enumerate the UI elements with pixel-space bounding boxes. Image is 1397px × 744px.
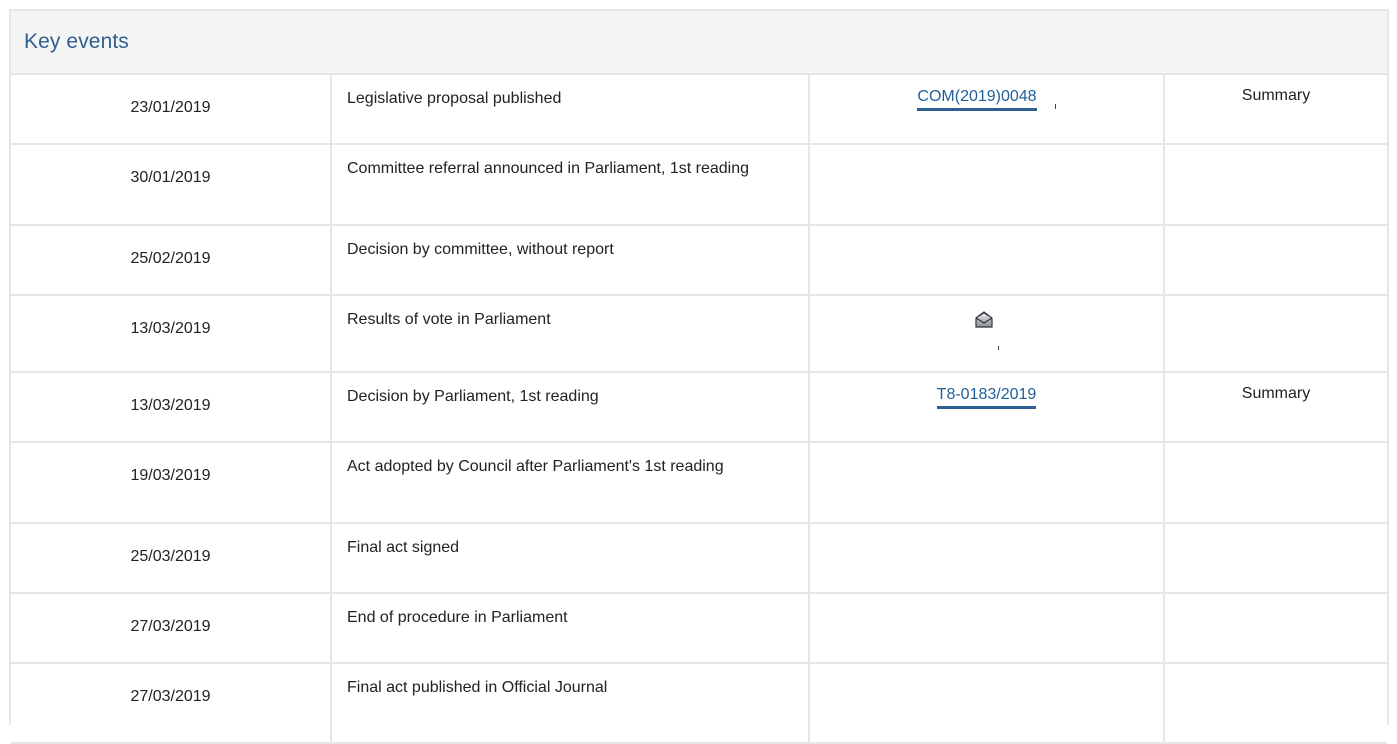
table-row: 25/03/2019 Final act signed: [11, 523, 1387, 594]
document-link[interactable]: COM(2019)0048: [917, 88, 1037, 111]
document-reference-cell: [809, 663, 1165, 744]
event-date: 13/03/2019: [11, 295, 332, 373]
event-date: 13/03/2019: [11, 372, 332, 443]
event-description: Decision by Parliament, 1st reading: [331, 372, 810, 443]
key-events-table: 23/01/2019 Legislative proposal publishe…: [11, 75, 1387, 744]
document-reference-cell: [809, 144, 1165, 226]
document-reference-cell: T8-0183/2019: [809, 372, 1165, 443]
document-reference-cell: [809, 593, 1165, 664]
document-reference-cell: [809, 523, 1165, 594]
event-description: Final act signed: [331, 523, 810, 594]
summary-cell: [1164, 225, 1387, 296]
key-events-panel: Key events 23/01/2019 Legislative propos…: [9, 9, 1389, 744]
table-row: 30/01/2019 Committee referral announced …: [11, 144, 1387, 226]
event-description: Results of vote in Parliament: [331, 295, 810, 373]
table-row: 23/01/2019 Legislative proposal publishe…: [11, 75, 1387, 145]
table-row: 19/03/2019 Act adopted by Council after …: [11, 442, 1387, 524]
summary-link[interactable]: Summary: [1164, 75, 1387, 145]
summary-cell: [1164, 663, 1387, 744]
event-date: 27/03/2019: [11, 593, 332, 664]
event-date: 25/02/2019: [11, 225, 332, 296]
panel-header: Key events: [11, 11, 1387, 75]
link-marker: [998, 346, 999, 350]
table-row: 27/03/2019 Final act published in Offici…: [11, 663, 1387, 744]
event-date: 30/01/2019: [11, 144, 332, 226]
event-date: 27/03/2019: [11, 663, 332, 744]
document-link[interactable]: T8-0183/2019: [936, 386, 1037, 409]
event-description: Act adopted by Council after Parliament'…: [331, 442, 810, 524]
event-date: 19/03/2019: [11, 442, 332, 524]
summary-cell: [1164, 593, 1387, 664]
document-reference-cell: [809, 225, 1165, 296]
document-reference-cell: [809, 295, 1165, 373]
panel-title: Key events: [24, 30, 129, 53]
summary-cell: [1164, 442, 1387, 524]
summary-cell: [1164, 144, 1387, 226]
summary-cell: [1164, 295, 1387, 373]
summary-link[interactable]: Summary: [1164, 372, 1387, 443]
event-description: End of procedure in Parliament: [331, 593, 810, 664]
table-row: 13/03/2019 Decision by Parliament, 1st r…: [11, 372, 1387, 443]
ballot-box-icon[interactable]: [974, 310, 994, 328]
event-description: Decision by committee, without report: [331, 225, 810, 296]
summary-cell: [1164, 523, 1387, 594]
table-row: 13/03/2019 Results of vote in Parliament: [11, 295, 1387, 373]
document-reference-cell: [809, 442, 1165, 524]
table-row: 25/02/2019 Decision by committee, withou…: [11, 225, 1387, 296]
event-description: Final act published in Official Journal: [331, 663, 810, 744]
link-marker: [1054, 104, 1056, 109]
event-date: 23/01/2019: [11, 75, 332, 145]
event-description: Legislative proposal published: [331, 75, 810, 145]
event-date: 25/03/2019: [11, 523, 332, 594]
event-description: Committee referral announced in Parliame…: [331, 144, 810, 226]
table-row: 27/03/2019 End of procedure in Parliamen…: [11, 593, 1387, 664]
document-reference-cell: COM(2019)0048: [809, 75, 1165, 145]
